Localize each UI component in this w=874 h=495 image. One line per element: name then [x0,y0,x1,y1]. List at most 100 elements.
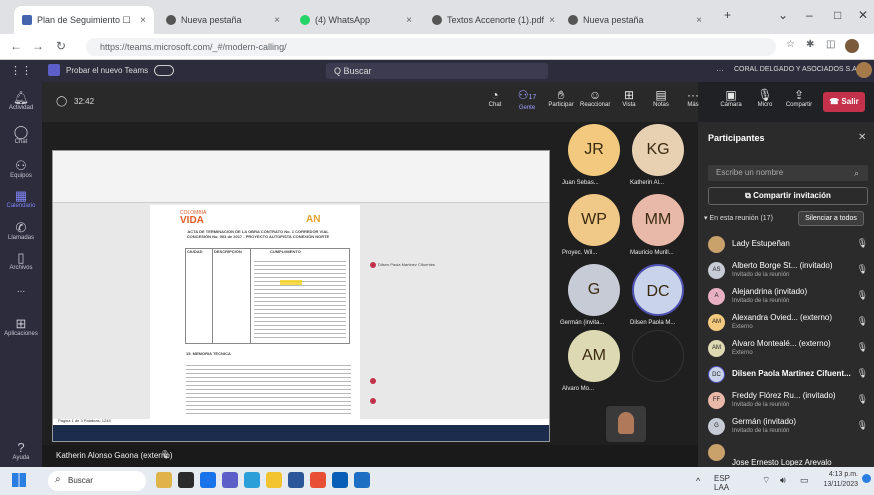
language-indicator[interactable]: ESP LAA [714,474,738,492]
more-button[interactable]: ··· Más [678,88,708,108]
battery-icon[interactable]: ▭ [800,475,809,486]
tab-nueva-pestana-2[interactable]: Nueva pestaña × [560,6,710,34]
word-ribbon [53,151,549,203]
tab-pdf[interactable]: Textos Accenorte (1).pdf × [424,6,556,34]
chat-icon: ◯ [13,124,29,139]
search-input[interactable]: Q Buscar [326,63,548,79]
try-new-teams-toggle[interactable] [154,65,174,76]
participant-row[interactable]: AM Alexandra Ovied... (externo) Externo … [708,310,868,336]
close-tab-icon[interactable]: × [549,15,555,26]
store-icon[interactable] [332,472,348,488]
rail-calls[interactable]: ✆ Llamadas [0,220,42,241]
mic-button[interactable]: 🎙︎ Micro [750,88,780,108]
share-button[interactable]: ⇪ Compartir [784,88,814,108]
notification-icon[interactable] [862,474,871,483]
participant-row[interactable]: G Germán (invitado) Invitado de la reuni… [708,414,868,440]
highlight-mark [280,280,302,285]
reload-icon[interactable]: ↻ [56,39,66,53]
participant-row[interactable]: Jose Ernesto Lopez Arevalo [708,440,868,466]
chat-button[interactable]: ◔ Chat [480,88,510,108]
tab-nueva-pestana[interactable]: Nueva pestaña × [158,6,288,34]
participant-tile[interactable]: WP [568,194,620,246]
whatsapp-icon [300,15,310,25]
profile-avatar[interactable] [845,39,859,53]
rail-help[interactable]: ? Ayuda [0,440,42,461]
notes-button[interactable]: ▤ Notas [646,88,676,108]
chrome-profile-icon[interactable] [310,472,326,488]
tab-whatsapp[interactable]: (4) WhatsApp × [292,6,420,34]
bookmark-star-icon[interactable]: ☆ [786,39,795,50]
close-tab-icon[interactable]: × [406,15,412,26]
raise-hand-button[interactable]: ✋︎ Participar [546,88,576,108]
forward-icon[interactable]: → [32,39,44,53]
participant-row[interactable]: AS Alberto Borge St... (invitado) Invita… [708,258,868,284]
windows-start-icon[interactable] [12,473,26,487]
leave-button[interactable]: ☎ Salir [823,92,865,112]
rail-activity[interactable]: 🔔︎ Actividad [0,90,42,111]
camera-button[interactable]: ▣ Cámara [716,88,746,108]
participant-row[interactable]: A Alejandrina (invitado) Invitado de la … [708,284,868,310]
url-input[interactable]: https://teams.microsoft.com/_#/modern-ca… [86,38,776,56]
clock-time[interactable]: 4:13 p.m. [822,471,858,478]
rail-chat[interactable]: ◯ Chat [0,124,42,145]
tab-search-icon[interactable]: ⌄ [778,8,788,22]
app-launcher-icon[interactable]: ⋮⋮ [10,64,32,77]
widgets-icon[interactable] [156,472,172,488]
volume-icon[interactable]: 🔊︎ [780,475,786,486]
share-invite-button[interactable]: ⧉ Compartir invitación [708,187,868,205]
table-head: CUMPLIMIENTO [270,250,301,254]
participant-row[interactable]: FF Freddy Flórez Ru... (invitado) Invita… [708,388,868,414]
people-button[interactable]: ⚇17 Gente [512,88,542,111]
more-options-icon[interactable]: ··· [716,66,724,75]
participant-tile-name: Juan Sebas... [562,180,599,186]
close-panel-icon[interactable]: ✕ [858,132,866,143]
participant-tile[interactable]: JR [568,124,620,176]
clock-date[interactable]: 13/11/2023 [818,481,858,488]
participant-row[interactable]: Lady Estupeñan 🎙︎ [708,232,868,258]
view-button[interactable]: ⊞ Vista [614,88,644,108]
table-divider [212,248,213,344]
participant-tile[interactable]: KG [632,124,684,176]
org-name[interactable]: CORAL DELGADO Y ASOCIADOS S.A.S [734,66,863,73]
back-icon[interactable]: ← [10,39,22,53]
rail-calendar[interactable]: ▦ Calendario [0,188,42,209]
participant-tile-active[interactable]: DC [632,264,684,316]
participant-row[interactable]: AM Alvaro Montealé... (externo) Externo … [708,336,868,362]
participant-tile[interactable]: G [568,264,620,316]
chrome-taskbar-icon[interactable] [200,472,216,488]
rail-more[interactable]: ... [0,284,42,295]
rail-apps[interactable]: ⊞ Aplicaciones [0,316,42,337]
in-meeting-section[interactable]: ▾ En esta reunión (17) [704,214,773,222]
close-tab-icon[interactable]: × [140,15,146,26]
react-button[interactable]: ☺ Reaccionar [580,88,610,108]
participant-tile-empty[interactable] [632,330,684,382]
tab-plan-seguimiento[interactable]: Plan de Seguimiento ☐ × [14,6,154,34]
outlook-icon[interactable] [354,472,370,488]
participant-search-input[interactable]: Escribe un nombre [708,165,868,181]
file-explorer-icon[interactable] [266,472,282,488]
maximize-icon[interactable]: □ [834,8,841,22]
minimize-icon[interactable]: – [806,8,813,22]
wifi-icon[interactable]: ⌔ [762,475,770,486]
close-window-icon[interactable]: ✕ [858,8,868,22]
calendar-icon: ▦ [14,188,28,203]
user-avatar[interactable] [856,62,872,78]
rail-teams[interactable]: ⚇ Equipos [0,158,42,179]
close-tab-icon[interactable]: × [696,15,702,26]
teams-taskbar-icon[interactable] [222,472,238,488]
edge-taskbar-icon[interactable] [244,472,260,488]
close-tab-icon[interactable]: × [274,15,280,26]
sidebar-icon[interactable]: ◫ [826,39,835,50]
extensions-icon[interactable]: ✱ [806,39,814,50]
taskbar-search-input[interactable]: Buscar [48,471,146,491]
participant-tile[interactable]: MM [632,194,684,246]
participant-tile[interactable]: AM [568,330,620,382]
hand-icon: ✋︎ [557,88,565,102]
participant-row[interactable]: DC Dilsen Paola Martinez Cifuent... 🎙︎ [708,362,868,388]
rail-files[interactable]: ▯ Archivos [0,250,42,271]
new-tab-icon[interactable]: + [724,8,731,22]
task-view-icon[interactable] [178,472,194,488]
word-taskbar-icon[interactable] [288,472,304,488]
mute-all-button[interactable]: Silenciar a todos [798,211,864,226]
tray-chevron-icon[interactable]: ^ [696,476,700,486]
